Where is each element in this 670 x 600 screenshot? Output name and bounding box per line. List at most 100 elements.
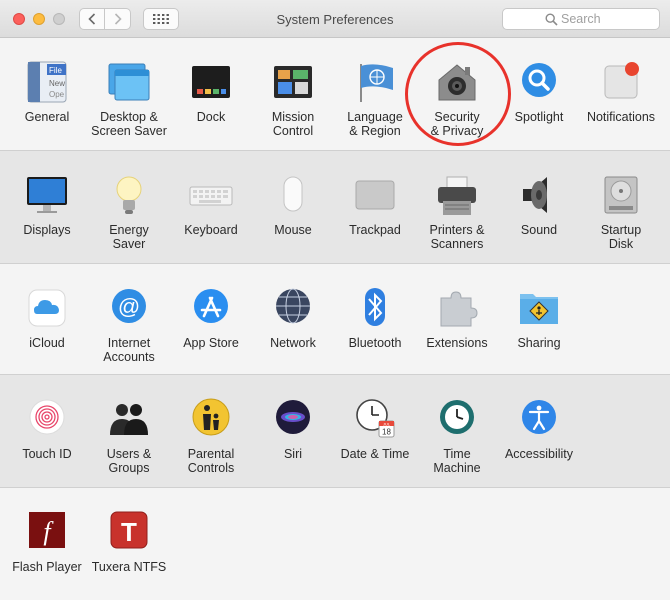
search-field[interactable] — [502, 8, 660, 30]
svg-text:T: T — [121, 517, 137, 547]
pane-label: Security & Privacy — [430, 110, 484, 138]
pane-time-machine[interactable]: Time Machine — [416, 397, 498, 475]
displays-icon — [25, 173, 69, 217]
minimize-window-button[interactable] — [33, 13, 45, 25]
pane-label: Desktop & Screen Saver — [91, 110, 167, 138]
pane-sharing[interactable]: Sharing — [498, 286, 580, 350]
section-system: Touch ID Users & Groups Parental Control… — [0, 375, 670, 488]
printer-icon — [435, 173, 479, 217]
internet-accounts-icon: @ — [107, 286, 151, 330]
pane-label: Bluetooth — [348, 336, 402, 350]
mission-control-icon — [271, 60, 315, 104]
pane-extensions[interactable]: Extensions — [416, 286, 498, 350]
pane-language-region[interactable]: Language & Region — [334, 60, 416, 138]
svg-text:Ope: Ope — [49, 90, 65, 99]
pane-label: Mouse — [274, 223, 312, 237]
pane-desktop-screen-saver[interactable]: Desktop & Screen Saver — [88, 60, 170, 138]
pane-touch-id[interactable]: Touch ID — [6, 397, 88, 461]
network-icon — [271, 286, 315, 330]
language-region-icon — [353, 60, 397, 104]
pane-keyboard[interactable]: Keyboard — [170, 173, 252, 237]
pane-mouse[interactable]: Mouse — [252, 173, 334, 237]
pane-label: Language & Region — [347, 110, 403, 138]
pane-general[interactable]: File New Ope General — [6, 60, 88, 124]
general-icon: File New Ope — [25, 60, 69, 104]
pane-siri[interactable]: Siri — [252, 397, 334, 461]
pane-security-privacy[interactable]: Security & Privacy — [416, 60, 498, 138]
pane-label: Startup Disk — [600, 223, 642, 251]
pane-label: Extensions — [426, 336, 488, 350]
zoom-window-button[interactable] — [53, 13, 65, 25]
show-all-button[interactable] — [143, 8, 179, 30]
grid-icon — [153, 14, 169, 24]
sharing-icon — [517, 286, 561, 330]
pane-label: Sharing — [517, 336, 561, 350]
pane-label: Trackpad — [349, 223, 401, 237]
back-button[interactable] — [79, 8, 105, 30]
pane-energy-saver[interactable]: Energy Saver — [88, 173, 170, 251]
pane-icloud[interactable]: iCloud — [6, 286, 88, 350]
pane-date-time[interactable]: JUL 18 Date & Time — [334, 397, 416, 461]
section-other: f Flash Player T Tuxera NTFS — [0, 488, 670, 600]
pane-label: Network — [270, 336, 316, 350]
pane-flash-player[interactable]: f Flash Player — [6, 510, 88, 574]
close-window-button[interactable] — [13, 13, 25, 25]
pane-trackpad[interactable]: Trackpad — [334, 173, 416, 237]
search-input[interactable] — [561, 11, 651, 27]
extensions-icon — [435, 286, 479, 330]
pane-printers-scanners[interactable]: Printers & Scanners — [416, 173, 498, 251]
pane-network[interactable]: Network — [252, 286, 334, 350]
pane-sound[interactable]: Sound — [498, 173, 580, 237]
pane-label: Dock — [196, 110, 226, 124]
section-internet: iCloud @ Internet Accounts App Store Net… — [0, 264, 670, 375]
pane-startup-disk[interactable]: Startup Disk — [580, 173, 662, 251]
pane-label: Siri — [283, 447, 303, 461]
icloud-icon — [25, 286, 69, 330]
bluetooth-icon — [353, 286, 397, 330]
pane-app-store[interactable]: App Store — [170, 286, 252, 350]
users-groups-icon — [107, 397, 151, 441]
sound-icon — [517, 173, 561, 217]
energy-saver-icon — [107, 173, 151, 217]
startup-disk-icon — [599, 173, 643, 217]
accessibility-icon — [517, 397, 561, 441]
spotlight-icon — [517, 60, 561, 104]
pane-label: Tuxera NTFS — [91, 560, 167, 574]
pane-mission-control[interactable]: Mission Control — [252, 60, 334, 138]
parental-controls-icon — [189, 397, 233, 441]
pane-dock[interactable]: Dock — [170, 60, 252, 124]
svg-text:New: New — [49, 79, 65, 88]
pane-internet-accounts[interactable]: @ Internet Accounts — [88, 286, 170, 364]
svg-text:File: File — [49, 66, 62, 75]
pane-label: App Store — [183, 336, 239, 350]
forward-button[interactable] — [105, 8, 131, 30]
date-time-icon: JUL 18 — [353, 397, 397, 441]
pane-label: Users & Groups — [106, 447, 152, 475]
pane-tuxera-ntfs[interactable]: T Tuxera NTFS — [88, 510, 170, 574]
system-preferences-window: System Preferences File New Ope General — [0, 0, 670, 600]
pane-spotlight[interactable]: Spotlight — [498, 60, 580, 124]
pane-users-groups[interactable]: Users & Groups — [88, 397, 170, 475]
dock-icon — [189, 60, 233, 104]
touch-id-icon — [25, 397, 69, 441]
desktop-screensaver-icon — [107, 60, 151, 104]
pane-label: Spotlight — [514, 110, 564, 124]
section-hardware: Displays Energy Saver Keyboard Mouse Tra… — [0, 151, 670, 264]
section-personal: File New Ope General Desktop & Screen Sa… — [0, 38, 670, 151]
pane-accessibility[interactable]: Accessibility — [498, 397, 580, 461]
svg-text:@: @ — [118, 294, 140, 319]
pane-parental-controls[interactable]: Parental Controls — [170, 397, 252, 475]
svg-text:18: 18 — [382, 428, 391, 437]
pane-label: General — [24, 110, 70, 124]
pane-displays[interactable]: Displays — [6, 173, 88, 237]
pane-bluetooth[interactable]: Bluetooth — [334, 286, 416, 350]
pane-label: Displays — [23, 223, 71, 237]
pane-label: Date & Time — [340, 447, 410, 461]
pane-label: Mission Control — [271, 110, 315, 138]
pane-label: Sound — [520, 223, 558, 237]
pane-label: Touch ID — [22, 447, 72, 461]
mouse-icon — [271, 173, 315, 217]
pane-label: Energy Saver — [109, 223, 149, 251]
pane-notifications[interactable]: Notifications — [580, 60, 662, 124]
pane-label: iCloud — [29, 336, 65, 350]
